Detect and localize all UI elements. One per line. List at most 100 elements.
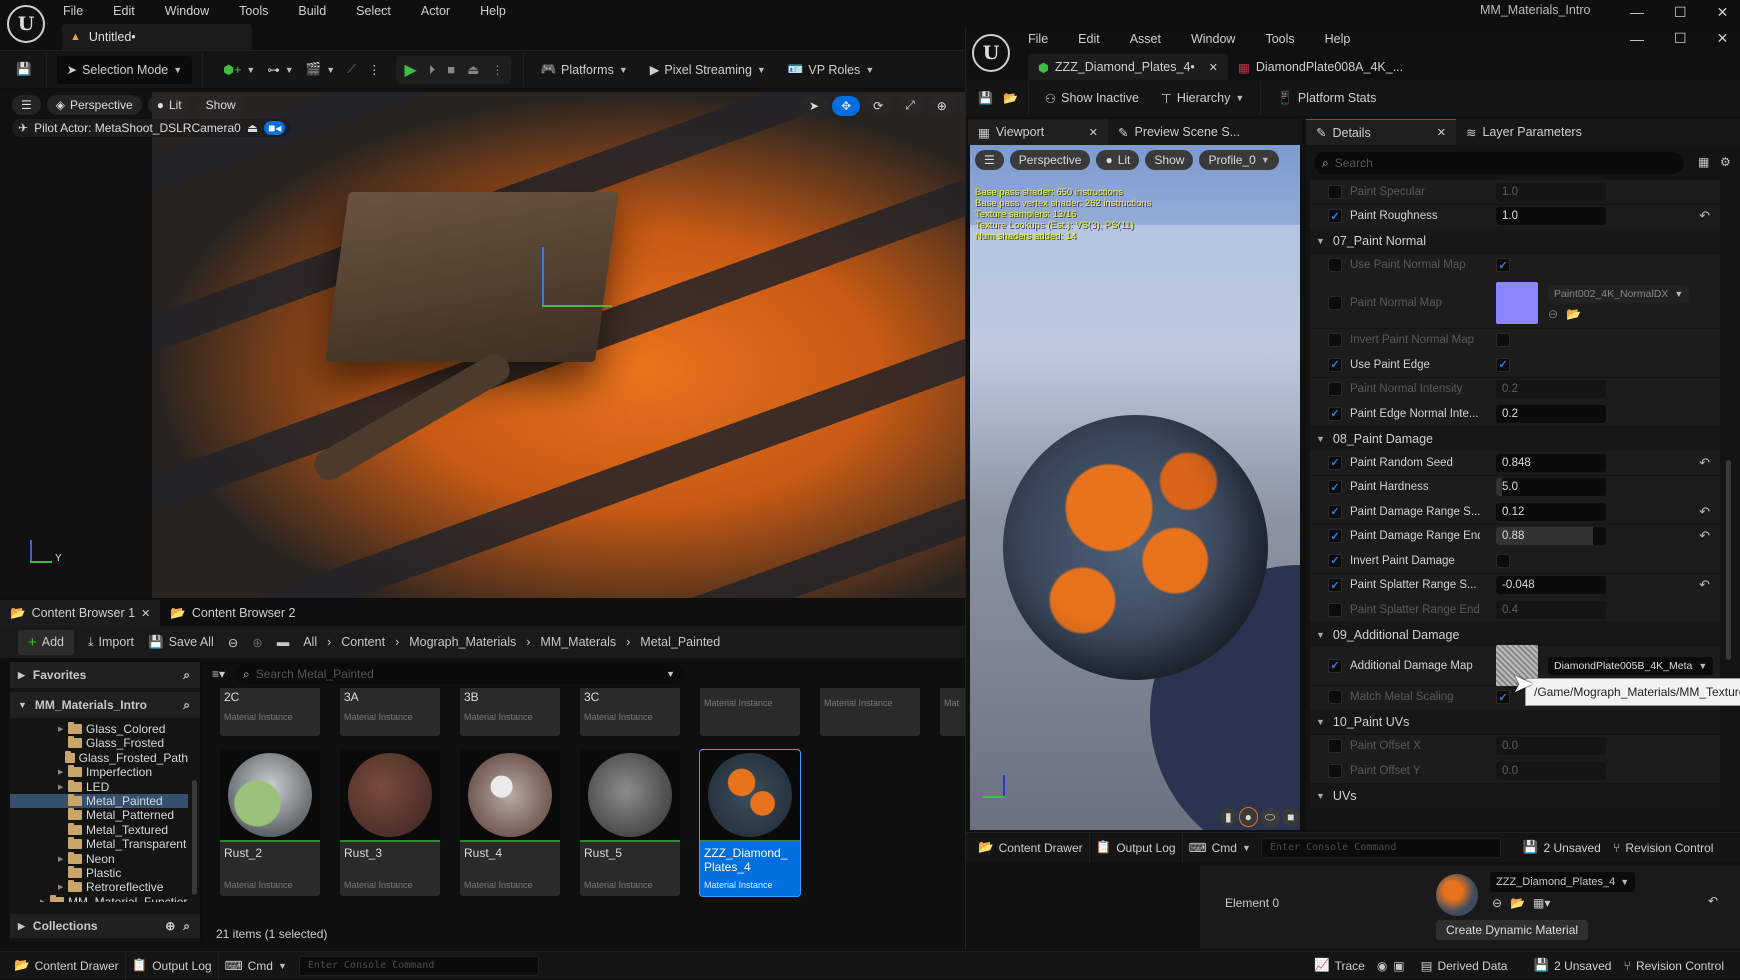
reset-to-default-icon[interactable]: ↶ [1699, 455, 1710, 471]
asset-tile[interactable]: 2C Material Instance [220, 688, 320, 736]
value-input[interactable]: 0.88 [1496, 527, 1606, 545]
asset-tile[interactable]: Mat [940, 688, 965, 736]
tab-details[interactable]: ✎ Details ✕ [1306, 119, 1456, 145]
save-icon[interactable]: 💾 [10, 56, 38, 84]
me-menu-file[interactable]: File [1028, 32, 1048, 46]
menu-edit[interactable]: Edit [113, 4, 135, 18]
value-input[interactable]: 0.2 [1496, 380, 1606, 398]
more-options-icon[interactable]: ⋮ [362, 56, 387, 84]
me-save-icon[interactable]: 💾 [978, 91, 993, 105]
override-checkbox[interactable]: ✓ [1328, 553, 1342, 568]
settings-gear-icon[interactable]: ⚙ [1720, 155, 1731, 169]
tree-scrollbar[interactable] [192, 780, 197, 895]
trace-button[interactable]: 📈 Trace [1308, 952, 1371, 980]
hierarchy-dropdown[interactable]: ⊤ Hierarchy ▼ [1155, 84, 1250, 112]
me-revision-control-button[interactable]: ⑂ Revision Control [1607, 834, 1720, 862]
reset-to-default-icon[interactable]: ↶ [1699, 577, 1710, 593]
override-checkbox[interactable] [1328, 739, 1342, 753]
me-menu-help[interactable]: Help [1325, 32, 1351, 46]
me-minimize-icon[interactable]: — [1630, 31, 1644, 47]
folder-item[interactable]: ▶ Imperfection [10, 765, 188, 779]
asset-tile[interactable]: Rust_4 Material Instance [460, 750, 560, 896]
folder-item[interactable]: Metal_Painted [10, 794, 188, 808]
override-checkbox[interactable]: ✓ [1328, 480, 1342, 494]
create-dynamic-material-button[interactable]: Create Dynamic Material [1436, 920, 1589, 940]
value-checkbox[interactable]: ✓ [1496, 258, 1510, 272]
browse-icon[interactable]: 📂 [1510, 896, 1525, 910]
platform-stats-button[interactable]: 📱 Platform Stats [1271, 84, 1382, 112]
record-icon[interactable]: ◉ [1377, 959, 1387, 973]
override-checkbox[interactable] [1328, 184, 1342, 199]
maximize-icon[interactable]: ☐ [1674, 4, 1687, 21]
add-actor-button[interactable]: ⬢+ ▼ [217, 56, 261, 84]
save-all-button[interactable]: 💾 Save All [148, 635, 214, 650]
folder-item[interactable]: ▶ Retroreflective [10, 880, 188, 894]
show-button[interactable]: Show [196, 95, 245, 115]
folder-item[interactable]: ▶MM_Material_Functior [10, 894, 188, 902]
material-options-icon[interactable]: ▦▾ [1533, 896, 1550, 910]
value-input[interactable]: 0.848 [1496, 453, 1606, 472]
add-collection-icon[interactable]: ⊕ [165, 919, 175, 933]
tab-preview-scene[interactable]: ✎ Preview Scene S... [1108, 119, 1250, 145]
folder-item[interactable]: ▶ LED [10, 779, 188, 794]
folder-item[interactable]: Metal_Transparent [10, 837, 188, 851]
view-options-icon[interactable]: ▦ [1698, 155, 1709, 169]
texture-dropdown[interactable]: Paint002_4K_NormalDX ▼ [1548, 284, 1690, 303]
blueprint-button[interactable]: ⊶ ▼ [261, 56, 299, 84]
tab-content-browser-1[interactable]: 📂 Content Browser 1 ✕ [0, 600, 161, 626]
lit-button[interactable]: ● Lit [147, 95, 191, 115]
value-input[interactable]: -0.048 [1496, 576, 1606, 594]
asset-tile[interactable]: Rust_5 Material Instance [580, 750, 680, 896]
import-button[interactable]: ⤓ Import [88, 635, 134, 650]
me-cmd-dropdown[interactable]: ⌨ Cmd ▼ [1183, 834, 1257, 862]
override-checkbox[interactable] [1328, 763, 1342, 778]
material-preview-viewport[interactable]: Base pass shader: 650 instructions Base p… [970, 145, 1300, 830]
profile-dropdown[interactable]: Profile_0 ▼ [1199, 150, 1279, 170]
value-input[interactable]: 1.0 [1496, 207, 1606, 225]
plane-shape-icon[interactable]: ⬭ [1259, 807, 1281, 827]
preview-menu-icon[interactable]: ☰ [975, 150, 1004, 170]
value-input[interactable]: 0.4 [1496, 600, 1606, 619]
override-checkbox[interactable]: ✓ [1328, 529, 1342, 543]
menu-actor[interactable]: Actor [421, 4, 450, 18]
breadcrumb-content[interactable]: Content [341, 635, 385, 649]
category-header[interactable]: ▼ UVs [1310, 783, 1720, 808]
asset-search-input[interactable]: ⌕ Search Metal_Painted ▼ [235, 664, 686, 684]
tab-viewport[interactable]: ▦ Viewport ✕ [968, 119, 1108, 145]
folder-item[interactable]: Glass_Frosted_Path [10, 750, 188, 765]
move-tool-icon[interactable]: ✥ [832, 95, 861, 116]
folder-item[interactable]: Metal_Patterned [10, 808, 188, 822]
asset-tile[interactable]: Rust_2 Material Instance [220, 750, 320, 896]
stop-icon[interactable]: ■ [447, 62, 455, 77]
vp-roles-dropdown[interactable]: 🪪 VP Roles ▼ [782, 56, 880, 84]
show-inactive-button[interactable]: ⚇ Show Inactive [1039, 84, 1145, 112]
play-options-icon[interactable]: ⋮ [491, 63, 503, 77]
breadcrumb-mm-materials[interactable]: MM_Materals [540, 635, 616, 649]
value-checkbox[interactable] [1496, 553, 1510, 568]
close-tab-icon[interactable]: ✕ [1209, 61, 1218, 74]
folder-item[interactable]: Plastic [10, 866, 188, 880]
reset-to-default-icon[interactable]: ↶ [1699, 208, 1710, 224]
eject-icon[interactable]: ⏏ [467, 62, 479, 78]
override-checkbox[interactable]: ✓ [1328, 406, 1342, 421]
breadcrumb-all[interactable]: All [303, 635, 317, 649]
search-collections-icon[interactable]: ⌕ [183, 919, 190, 934]
content-drawer-button[interactable]: 📂 Content Drawer [8, 952, 125, 980]
me-maximize-icon[interactable]: ☐ [1674, 30, 1687, 47]
search-root-icon[interactable]: ⌕ [183, 698, 190, 713]
close-icon[interactable]: ✕ [1717, 4, 1729, 21]
menu-help[interactable]: Help [480, 4, 506, 18]
override-checkbox[interactable]: ✓ [1328, 578, 1342, 592]
back-icon[interactable]: ⊖ [228, 635, 238, 650]
me-menu-window[interactable]: Window [1191, 32, 1235, 46]
breadcrumb-metal-painted[interactable]: Metal_Painted [640, 635, 720, 649]
level-tab[interactable]: ▲ Untitled• [62, 24, 252, 50]
filter-icon[interactable]: ≡▾ [212, 667, 225, 681]
category-header[interactable]: ▼ 07_Paint Normal [1310, 229, 1720, 253]
minimize-icon[interactable]: — [1630, 4, 1644, 20]
insights-icon[interactable]: ▣ [1393, 959, 1404, 973]
rotate-tool-icon[interactable]: ⟳ [864, 95, 893, 116]
texture-dropdown[interactable]: DiamondPlate005B_4K_Meta ▼ [1548, 656, 1714, 675]
element-reset-icon[interactable]: ↶ [1708, 894, 1718, 908]
folder-item[interactable]: Metal_Textured [10, 822, 188, 837]
